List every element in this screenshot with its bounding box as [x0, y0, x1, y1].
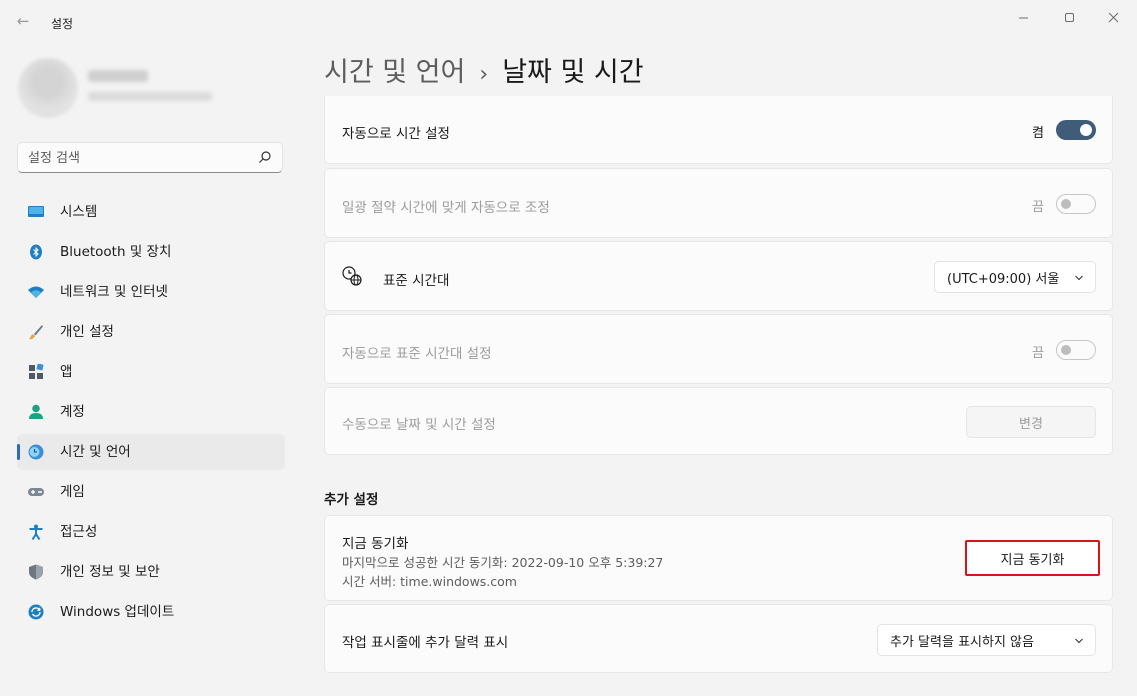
clock-globe-icon: [342, 266, 362, 286]
profile-name-redacted: [88, 70, 148, 82]
breadcrumb: 시간 및 언어 › 날짜 및 시간: [324, 54, 644, 94]
sync-last-success: 마지막으로 성공한 시간 동기화: 2022-09-10 오후 5:39:27: [342, 555, 664, 570]
chevron-down-icon: [1075, 275, 1083, 281]
setting-manual-time: 수동으로 날짜 및 시간 설정 변경: [324, 387, 1113, 455]
sync-time-server: 시간 서버: time.windows.com: [342, 574, 517, 589]
sidebar-item-windows-update[interactable]: Windows 업데이트: [17, 594, 285, 630]
sidebar-item-label: 게임: [60, 484, 85, 500]
setting-auto-time: 자동으로 시간 설정 켬: [324, 96, 1113, 164]
bluetooth-icon: [30, 244, 42, 260]
search-input[interactable]: [28, 148, 258, 168]
sidebar-item-bluetooth[interactable]: Bluetooth 및 장치: [17, 234, 285, 270]
sidebar-item-network[interactable]: 네트워크 및 인터넷: [17, 274, 285, 310]
maximize-button[interactable]: [1046, 4, 1092, 30]
sidebar-item-time-language[interactable]: 시간 및 언어: [17, 434, 285, 470]
calendar-dropdown[interactable]: 추가 달력을 표시하지 않음: [877, 624, 1096, 656]
sidebar-item-gaming[interactable]: 게임: [17, 474, 285, 510]
app-title: 설정: [51, 17, 74, 31]
sidebar-item-label: 네트워크 및 인터넷: [60, 284, 168, 300]
title-bar: ← 설정: [0, 0, 1137, 40]
arrow-left-icon: ←: [16, 12, 30, 30]
clock-globe-icon: [28, 444, 44, 460]
avatar: [18, 58, 78, 118]
paintbrush-icon: [29, 325, 43, 340]
toggle-state-text: 끔: [1032, 200, 1044, 215]
setting-label: 표준 시간대: [383, 273, 450, 289]
auto-timezone-toggle[interactable]: [1056, 340, 1096, 360]
gamepad-icon: [28, 488, 44, 496]
setting-additional-calendar: 작업 표시줄에 추가 달력 표시 추가 달력을 표시하지 않음: [324, 604, 1113, 673]
user-profile[interactable]: [18, 58, 288, 120]
shield-icon: [29, 564, 43, 580]
toggle-state-text: 켬: [1032, 126, 1044, 141]
close-icon: [1108, 12, 1118, 22]
sidebar-item-label: 앱: [60, 364, 73, 380]
breadcrumb-parent[interactable]: 시간 및 언어: [324, 57, 465, 88]
maximize-icon: [1064, 12, 1074, 22]
sidebar-item-system[interactable]: 시스템: [17, 194, 285, 230]
sidebar-item-label: 시간 및 언어: [60, 444, 131, 460]
timezone-dropdown[interactable]: (UTC+09:00) 서울: [934, 261, 1096, 293]
change-button[interactable]: 변경: [966, 406, 1096, 438]
setting-auto-timezone: 자동으로 표준 시간대 설정 끔: [324, 314, 1113, 384]
sidebar-nav: 시스템 Bluetooth 및 장치 네트워크 및 인터넷 개인 설정 앱 계정…: [17, 194, 285, 634]
profile-email-redacted: [88, 92, 212, 101]
close-button[interactable]: [1090, 4, 1136, 30]
auto-time-toggle[interactable]: [1056, 120, 1096, 140]
minimize-icon: [1018, 17, 1028, 18]
sidebar-item-privacy[interactable]: 개인 정보 및 보안: [17, 554, 285, 590]
page-title: 날짜 및 시간: [502, 57, 644, 88]
back-button[interactable]: ←: [10, 8, 36, 34]
sidebar-item-accessibility[interactable]: 접근성: [17, 514, 285, 550]
sidebar-item-label: 접근성: [60, 524, 98, 540]
breadcrumb-separator: ›: [479, 62, 489, 87]
update-icon: [28, 604, 44, 620]
sidebar-item-apps[interactable]: 앱: [17, 354, 285, 390]
sidebar-item-personalization[interactable]: 개인 설정: [17, 314, 285, 350]
setting-label: 자동으로 표준 시간대 설정: [342, 346, 492, 362]
sync-title: 지금 동기화: [342, 536, 409, 552]
setting-label: 자동으로 시간 설정: [342, 126, 450, 142]
sync-now-button[interactable]: 지금 동기화: [965, 540, 1100, 576]
sidebar-item-label: Bluetooth 및 장치: [60, 244, 172, 260]
apps-icon: [29, 364, 44, 379]
sidebar-item-accounts[interactable]: 계정: [17, 394, 285, 430]
sidebar-item-label: 개인 정보 및 보안: [60, 564, 160, 580]
person-icon: [29, 404, 43, 419]
search-icon[interactable]: [258, 150, 272, 164]
minimize-button[interactable]: [1000, 4, 1046, 30]
monitor-icon: [28, 206, 44, 217]
setting-auto-dst: 일광 절약 시간에 맞게 자동으로 조정 끔: [324, 168, 1113, 238]
sidebar-item-label: 계정: [60, 404, 85, 420]
sidebar-item-label: 개인 설정: [60, 324, 114, 340]
section-title-additional: 추가 설정: [324, 492, 379, 508]
accessibility-icon: [29, 524, 43, 540]
auto-dst-toggle[interactable]: [1056, 194, 1096, 214]
dropdown-value: (UTC+09:00) 서울: [947, 271, 1060, 287]
setting-sync-now: 지금 동기화 마지막으로 성공한 시간 동기화: 2022-09-10 오후 5…: [324, 515, 1113, 601]
setting-timezone: 표준 시간대 (UTC+09:00) 서울: [324, 241, 1113, 311]
toggle-state-text: 끔: [1032, 346, 1044, 361]
sidebar-item-label: 시스템: [60, 204, 98, 220]
setting-label: 일광 절약 시간에 맞게 자동으로 조정: [342, 200, 550, 216]
search-box: [17, 142, 283, 173]
wifi-icon: [28, 286, 44, 298]
dropdown-value: 추가 달력을 표시하지 않음: [890, 634, 1034, 650]
sidebar-item-label: Windows 업데이트: [60, 604, 175, 620]
setting-label: 작업 표시줄에 추가 달력 표시: [342, 635, 509, 651]
chevron-down-icon: [1075, 638, 1083, 644]
setting-label: 수동으로 날짜 및 시간 설정: [342, 417, 496, 433]
